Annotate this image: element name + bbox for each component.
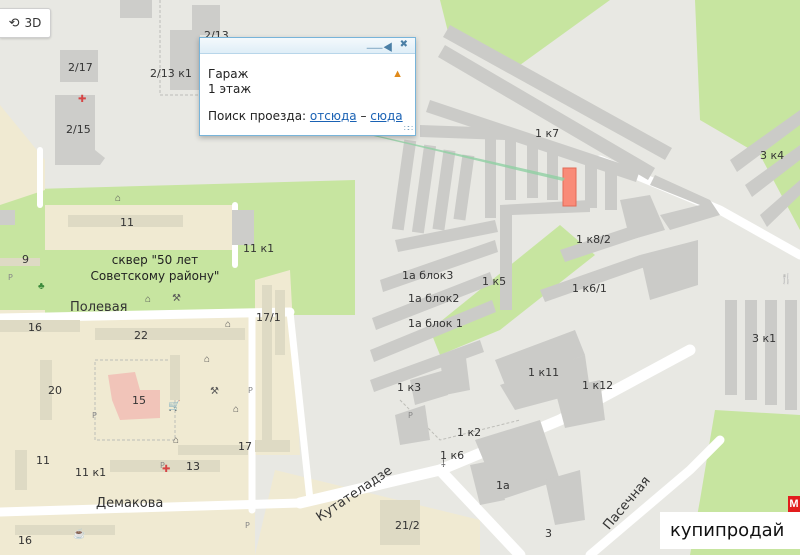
warning-icon[interactable]: ▲ <box>392 68 403 80</box>
street-label-demakova: Демакова <box>96 496 164 511</box>
building-label: 1 к11 <box>528 366 560 379</box>
parking-marker: P <box>245 521 250 530</box>
building-label: 1а блок 1 <box>408 317 463 330</box>
building-label: 1 к7 <box>535 127 560 140</box>
building-label: 17/1 <box>256 311 281 324</box>
object-balloon: ⸺◀ ✖ Гараж 1 этаж Поиск проезда: отсюда … <box>199 37 416 136</box>
yandex-maps-spiral-icon: ⟲ <box>8 15 20 31</box>
bus-stop-icon[interactable]: ⸸ <box>441 460 446 470</box>
school-icon: ⌂ <box>115 193 122 204</box>
parking-marker: P <box>408 411 413 420</box>
parking-marker: P <box>248 386 253 395</box>
building-label: 2/15 <box>66 123 91 136</box>
building-label: 1 к8/2 <box>576 233 611 246</box>
building-label: 1 к2 <box>457 426 482 439</box>
highlighted-garage <box>562 167 577 207</box>
building-label: 1 к5 <box>482 275 507 288</box>
balloon-floors: 1 этаж <box>208 82 252 96</box>
park-label: сквер "50 лет Советскому району" <box>90 253 220 283</box>
building-label: 15 <box>132 394 146 407</box>
building-label: 11 <box>36 454 50 467</box>
building-label: 1 к3 <box>397 381 422 394</box>
watermark-badge: купипродай <box>660 512 800 549</box>
cafe-icon[interactable]: ☕ <box>73 530 85 540</box>
building-label: 11 <box>120 216 134 229</box>
building-label: 11 к1 <box>243 242 275 255</box>
building-label: 11 к1 <box>75 466 107 479</box>
building-label: 1а блок2 <box>408 292 460 305</box>
building-label: 1а блок3 <box>402 269 454 282</box>
tree-icon: ♣ <box>38 281 45 292</box>
building-label: 1 к6/1 <box>572 282 607 295</box>
view-3d-button[interactable]: ⟲ 3D <box>0 8 51 38</box>
building-label: 3 к4 <box>760 149 785 162</box>
building-label: 1 к12 <box>582 379 614 392</box>
school-icon: ⌂ <box>173 435 180 446</box>
building-label: 3 <box>545 527 552 540</box>
corner-mark: М <box>788 496 800 512</box>
hospital-icon[interactable]: ✚ <box>162 465 170 475</box>
parking-marker: P <box>92 411 97 420</box>
building-label: 1а <box>496 479 510 492</box>
resize-handle-icon[interactable]: ∷∷ <box>404 124 413 133</box>
building-label: 20 <box>48 384 62 397</box>
view-3d-label: 3D <box>24 16 42 30</box>
hospital-icon[interactable]: ✚ <box>78 95 86 105</box>
route-label: Поиск проезда: <box>208 109 307 123</box>
route-to-link[interactable]: сюда <box>370 109 402 123</box>
balloon-title: Гараж <box>208 67 249 81</box>
building-label: 21/2 <box>395 519 420 532</box>
school-icon: ⌂ <box>233 404 240 415</box>
building-label: 22 <box>134 329 148 342</box>
route-separator: – <box>360 109 367 123</box>
playground-icon: ⚒ <box>210 386 219 397</box>
school-icon: ⌂ <box>204 354 211 365</box>
parking-marker: P <box>8 273 13 282</box>
street-label-polevaya: Полевая <box>70 300 128 315</box>
close-icon[interactable]: ✖ <box>400 39 408 50</box>
shop-icon[interactable]: 🛒 <box>168 402 180 412</box>
school-icon: ⌂ <box>145 294 152 305</box>
building-label: 16 <box>18 534 32 547</box>
building-label: 16 <box>28 321 42 334</box>
balloon-header: ⸺◀ ✖ <box>200 38 415 54</box>
building-label: 2/13 к1 <box>150 67 192 80</box>
restaurant-icon[interactable]: 🍴 <box>780 275 792 285</box>
pin-icon[interactable]: ⸺◀ <box>366 39 393 54</box>
building-label: 3 к1 <box>752 332 777 345</box>
playground-icon: ⚒ <box>172 293 181 304</box>
route-from-link[interactable]: отсюда <box>310 109 357 123</box>
building-label: 9 <box>22 253 29 266</box>
building-label: 13 <box>186 460 200 473</box>
route-search-row: Поиск проезда: отсюда – сюда <box>208 109 407 124</box>
school-icon: ⌂ <box>225 319 232 330</box>
building-label: 17 <box>238 440 252 453</box>
building-label: 2/17 <box>68 61 93 74</box>
